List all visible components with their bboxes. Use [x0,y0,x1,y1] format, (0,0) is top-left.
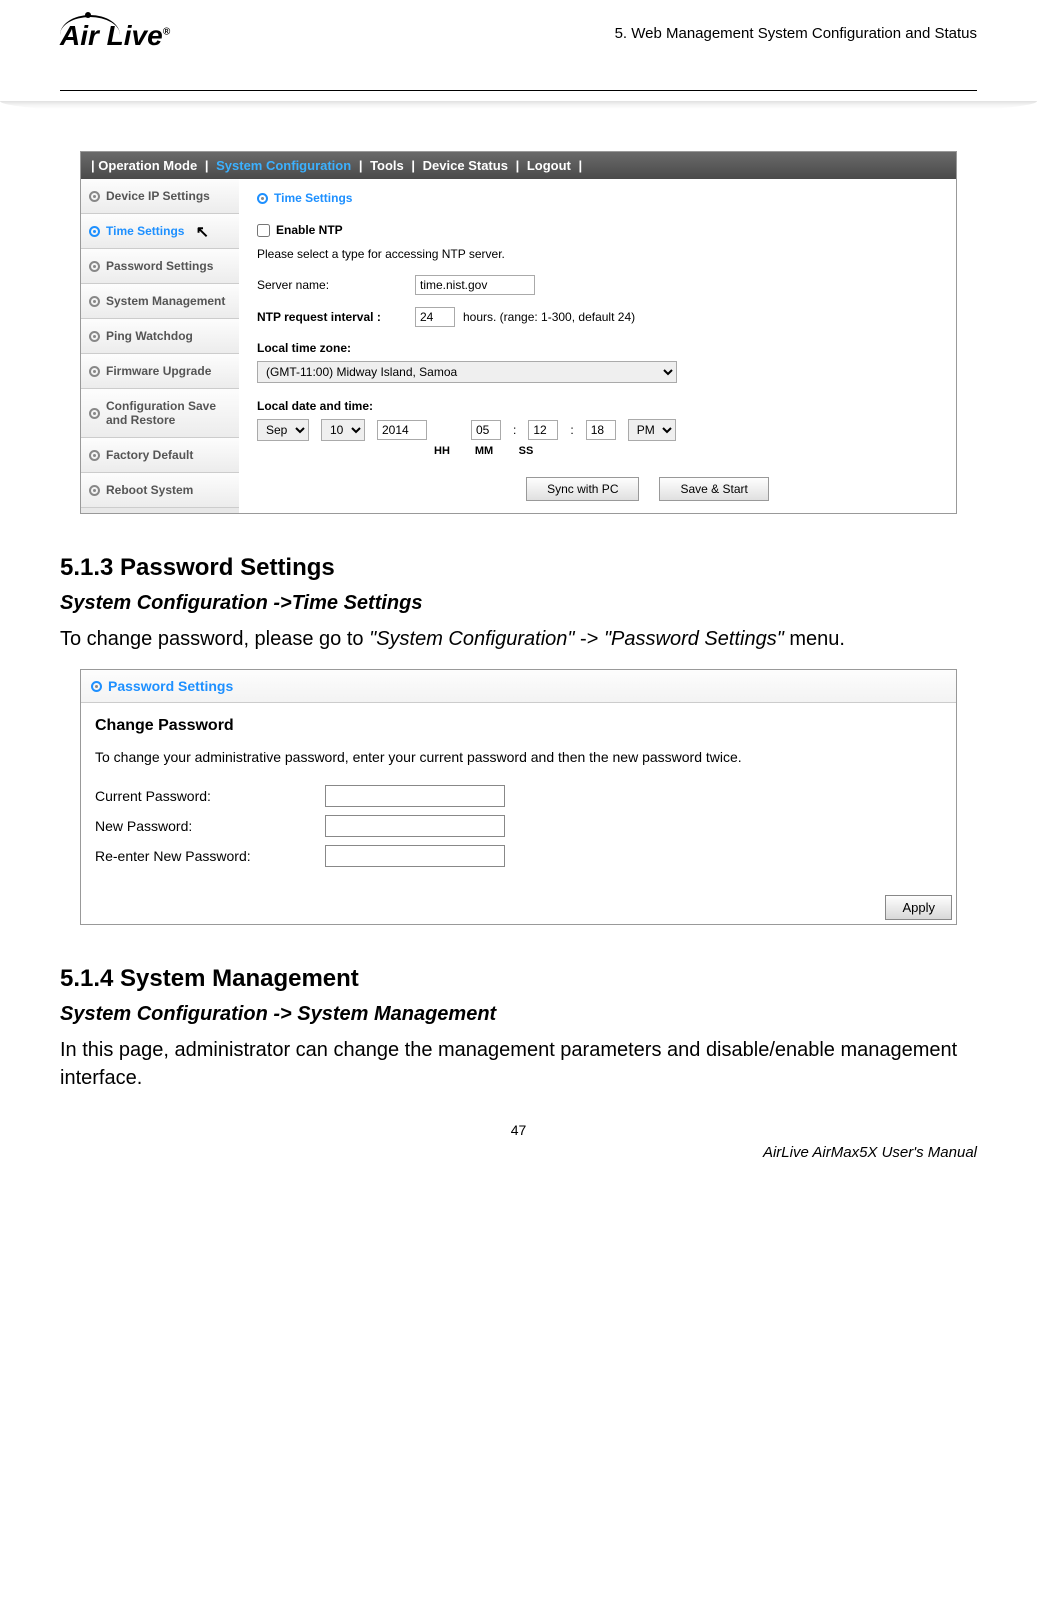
sidebar-item-device-ip[interactable]: Device IP Settings [81,179,239,214]
sidebar-label: Password Settings [106,259,213,273]
year-input[interactable] [377,420,427,440]
sidebar-item-reboot[interactable]: Reboot System [81,473,239,508]
top-nav-bar: | Operation Mode | System Configuration … [81,152,956,179]
panel-title: Time Settings [257,191,938,205]
bullet-icon [91,681,102,692]
enable-ntp-input[interactable] [257,224,270,237]
sidebar-label: Firmware Upgrade [106,364,211,378]
sidebar: Device IP Settings Time Settings ↖ Passwo… [81,179,239,513]
nav-sep: | [359,158,363,173]
bullet-icon [89,366,100,377]
section-heading-513: 5.1.3 Password Settings [60,554,977,582]
sidebar-item-factory-default[interactable]: Factory Default [81,438,239,473]
bullet-icon [89,296,100,307]
bullet-icon [89,191,100,202]
sidebar-label: Factory Default [106,448,193,462]
nav-tools[interactable]: Tools [370,158,404,173]
breadcrumb-513: System Configuration ->Time Settings [60,592,977,615]
colon: : [570,423,573,437]
sidebar-item-ping-watchdog[interactable]: Ping Watchdog [81,319,239,354]
sidebar-label: Time Settings [106,224,184,238]
bullet-icon [89,408,100,419]
sidebar-item-config-save-restore[interactable]: Configuration Save and Restore [81,389,239,438]
change-password-heading: Change Password [95,717,942,735]
main-panel: Time Settings Enable NTP Please select a… [239,179,956,513]
sidebar-item-firmware-upgrade[interactable]: Firmware Upgrade [81,354,239,389]
logo-dot-icon [85,12,91,18]
sidebar-label: Configuration Save and Restore [106,399,231,427]
nav-sep: | [411,158,415,173]
nav-sep: | [579,158,583,173]
sync-with-pc-button[interactable]: Sync with PC [526,477,639,501]
enable-ntp-label: Enable NTP [276,223,343,237]
month-select[interactable]: Sep [257,419,309,441]
server-name-input[interactable] [415,275,535,295]
time-settings-screenshot: | Operation Mode | System Configuration … [80,151,957,514]
para-514: In this page, administrator can change t… [60,1036,977,1092]
logo-arc-icon [60,15,120,35]
hour-input[interactable] [471,420,501,440]
header-swoosh [0,101,1037,121]
reenter-password-input[interactable] [325,845,505,867]
page-header: Air Live® 5. Web Management System Confi… [60,20,977,80]
logo: Air Live® [60,20,260,80]
page-number: 47 [60,1122,977,1138]
sidebar-label: Ping Watchdog [106,329,193,343]
breadcrumb-514: System Configuration -> System Managemen… [60,1003,977,1026]
timezone-label: Local time zone: [257,341,938,355]
para-513: To change password, please go to "System… [60,625,977,653]
new-password-label: New Password: [95,818,325,834]
nav-device-status[interactable]: Device Status [423,158,508,173]
day-select[interactable]: 10 [321,419,365,441]
apply-button[interactable]: Apply [885,895,952,920]
interval-input[interactable] [415,307,455,327]
server-name-label: Server name: [257,278,407,292]
bullet-icon [89,331,100,342]
interval-suffix: hours. (range: 1-300, default 24) [463,310,635,324]
second-input[interactable] [586,420,616,440]
current-password-input[interactable] [325,785,505,807]
nav-sep: | [205,158,209,173]
timezone-select[interactable]: (GMT-11:00) Midway Island, Samoa [257,361,677,383]
enable-ntp-checkbox[interactable]: Enable NTP [257,223,938,237]
bullet-icon [89,261,100,272]
ntp-hint: Please select a type for accessing NTP s… [257,247,938,261]
panel-title-password: Password Settings [81,670,956,703]
bullet-icon [89,226,100,237]
sidebar-item-time-settings[interactable]: Time Settings ↖ [81,214,239,249]
nav-operation-mode[interactable]: Operation Mode [98,158,197,173]
datetime-label: Local date and time: [257,399,938,413]
hh-label: HH [427,445,457,457]
nav-logout[interactable]: Logout [527,158,571,173]
save-start-button[interactable]: Save & Start [659,477,768,501]
change-password-info: To change your administrative password, … [95,749,942,765]
nav-sep: | [91,158,95,173]
colon: : [513,423,516,437]
bullet-icon [257,193,268,204]
sidebar-label: Device IP Settings [106,189,210,203]
nav-sep: | [516,158,520,173]
ampm-select[interactable]: PM [628,419,676,441]
password-settings-screenshot: Password Settings Change Password To cha… [80,669,957,925]
sidebar-label: System Management [106,294,225,308]
section-heading-514: 5.1.4 System Management [60,965,977,993]
bullet-icon [89,485,100,496]
bullet-icon [89,450,100,461]
manual-title: AirLive AirMax5X User's Manual [60,1144,977,1161]
interval-label: NTP request interval : [257,310,407,324]
sidebar-item-password[interactable]: Password Settings [81,249,239,284]
current-password-label: Current Password: [95,788,325,804]
sidebar-item-system-management[interactable]: System Management [81,284,239,319]
new-password-input[interactable] [325,815,505,837]
registered-icon: ® [163,27,170,38]
mm-label: MM [469,445,499,457]
minute-input[interactable] [528,420,558,440]
cursor-icon: ↖ [196,222,209,242]
nav-system-configuration[interactable]: System Configuration [216,158,351,173]
ss-label: SS [511,445,541,457]
reenter-password-label: Re-enter New Password: [95,848,325,864]
sidebar-label: Reboot System [106,483,193,497]
chapter-title: 5. Web Management System Configuration a… [615,20,977,42]
header-divider [60,90,977,91]
